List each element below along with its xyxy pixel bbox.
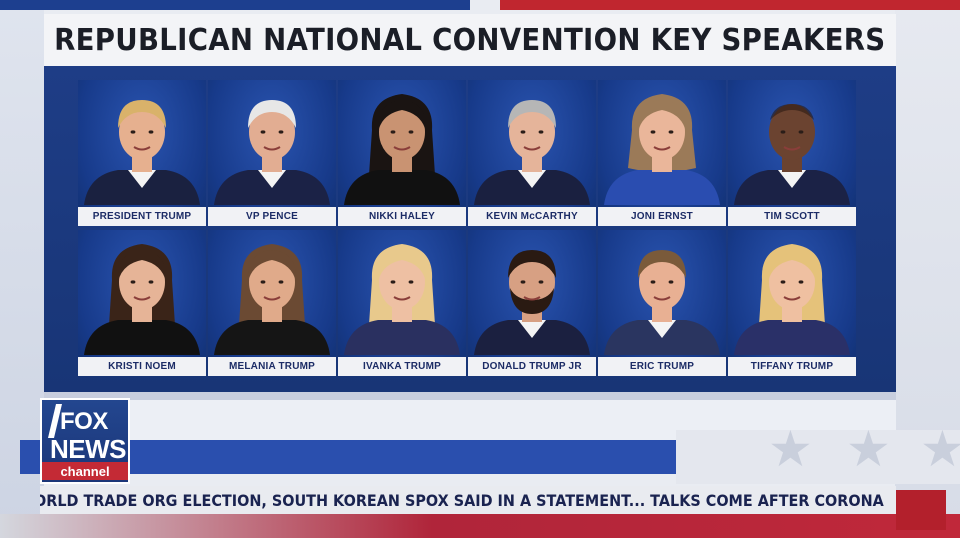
- title-bar: REPUBLICAN NATIONAL CONVENTION KEY SPEAK…: [44, 14, 896, 66]
- logo-fox-text: FOX: [60, 408, 108, 435]
- top-blue-stripe: [0, 0, 470, 10]
- speaker-portrait: [344, 244, 460, 355]
- star-icon: ★: [920, 421, 960, 477]
- logo-news-text: NEWS: [50, 434, 127, 464]
- speaker-card: IVANKA TRUMP: [338, 230, 466, 376]
- speaker-name: KRISTI NOEM: [78, 357, 206, 376]
- news-ticker: ORLD TRADE ORG ELECTION, SOUTH KOREAN SP…: [40, 486, 896, 514]
- graphic-title: REPUBLICAN NATIONAL CONVENTION KEY SPEAK…: [54, 22, 886, 58]
- logo-channel-text: channel: [42, 462, 128, 480]
- speaker-card: TIM SCOTT: [728, 80, 856, 226]
- speaker-card: TIFFANY TRUMP: [728, 230, 856, 376]
- speaker-card: VP PENCE: [208, 80, 336, 226]
- speaker-portrait: [474, 250, 590, 355]
- speaker-name: MELANIA TRUMP: [208, 357, 336, 376]
- speaker-card: JONI ERNST: [598, 80, 726, 226]
- speaker-name: NIKKI HALEY: [338, 207, 466, 226]
- speaker-name: VP PENCE: [208, 207, 336, 226]
- speaker-portrait: [344, 94, 460, 205]
- speaker-name: TIM SCOTT: [728, 207, 856, 226]
- speaker-portrait: [734, 244, 850, 355]
- speaker-card: NIKKI HALEY: [338, 80, 466, 226]
- speaker-card: KEVIN McCARTHY: [468, 80, 596, 226]
- speaker-card: DONALD TRUMP JR: [468, 230, 596, 376]
- speaker-portrait: [214, 244, 330, 355]
- speaker-portrait: [604, 94, 720, 205]
- speaker-portrait: [474, 100, 590, 205]
- star-icon: ★: [846, 421, 891, 477]
- speaker-portrait: [604, 250, 720, 355]
- speaker-portrait: [84, 100, 200, 205]
- top-red-stripe: [500, 0, 960, 10]
- bottom-red-band: [0, 514, 960, 538]
- speaker-portrait: [84, 244, 200, 355]
- star-icon: ★: [768, 421, 813, 477]
- panel-shadow: [44, 392, 896, 400]
- speaker-name: TIFFANY TRUMP: [728, 357, 856, 376]
- speaker-card: MELANIA TRUMP: [208, 230, 336, 376]
- speaker-name: IVANKA TRUMP: [338, 357, 466, 376]
- speaker-card: PRESIDENT TRUMP: [78, 80, 206, 226]
- speaker-name: KEVIN McCARTHY: [468, 207, 596, 226]
- speaker-card: KRISTI NOEM: [78, 230, 206, 376]
- speaker-portrait: [734, 104, 850, 205]
- speakers-panel: PRESIDENT TRUMP VP PENCE NIKKI HALEY KEV…: [44, 66, 896, 392]
- ticker-text: ORLD TRADE ORG ELECTION, SOUTH KOREAN SP…: [40, 490, 884, 510]
- speaker-name: JONI ERNST: [598, 207, 726, 226]
- fox-news-logo: FOX NEWS channel: [40, 398, 130, 484]
- speaker-card: ERIC TRUMP: [598, 230, 726, 376]
- speaker-portrait: [214, 100, 330, 205]
- speaker-name: PRESIDENT TRUMP: [78, 207, 206, 226]
- lower-third-right: ★ ★ ★: [676, 424, 960, 484]
- speaker-name: ERIC TRUMP: [598, 357, 726, 376]
- bottom-right-red: [896, 490, 946, 530]
- speakers-grid: PRESIDENT TRUMP VP PENCE NIKKI HALEY KEV…: [78, 80, 858, 376]
- speaker-name: DONALD TRUMP JR: [468, 357, 596, 376]
